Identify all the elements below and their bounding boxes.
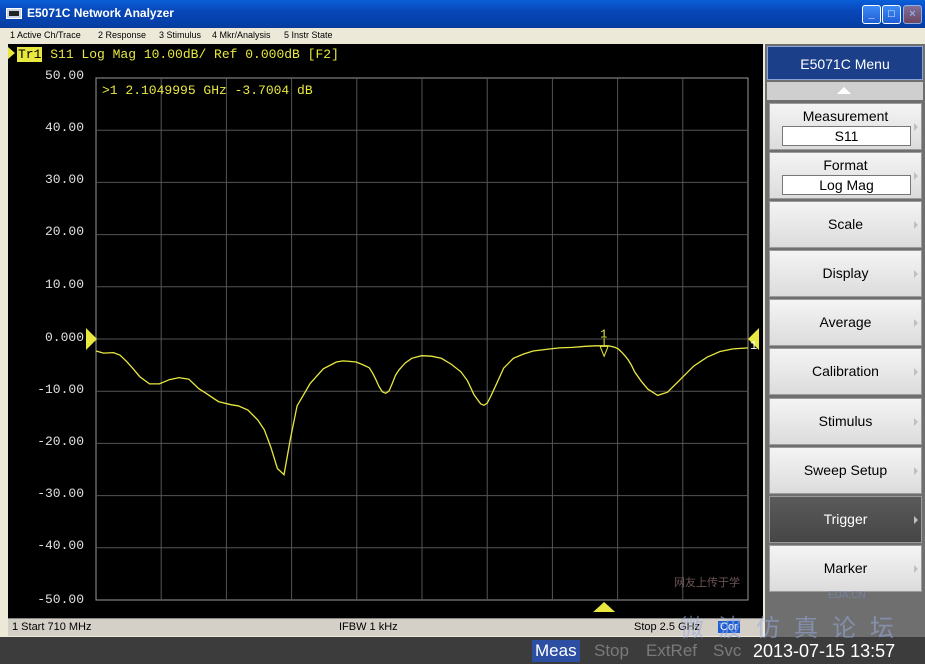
- svc-indicator: Svc: [713, 641, 742, 660]
- app-icon: [6, 8, 22, 19]
- format-value: Log Mag: [782, 175, 911, 195]
- plot-grid: [95, 77, 749, 601]
- maximize-button[interactable]: □: [882, 5, 901, 24]
- marker-1-triangle: [599, 345, 609, 358]
- scale-label: Scale: [827, 216, 864, 232]
- average-label: Average: [819, 314, 872, 330]
- menu-scroll-up-button[interactable]: [767, 82, 923, 100]
- marker-1-label: 1: [600, 327, 607, 341]
- chevron-right-icon: [914, 220, 918, 229]
- trigger-label: Trigger: [823, 511, 868, 527]
- stimulus-marker-icon: [593, 602, 616, 612]
- softkey-menu: E5071C Menu Measurement S11 Format Log M…: [765, 44, 925, 637]
- menu-mkr-analysis[interactable]: 4 Mkr/Analysis: [212, 30, 271, 40]
- chevron-right-icon: [914, 269, 918, 278]
- chevron-right-icon: [914, 564, 918, 573]
- chevron-right-icon: [914, 417, 918, 426]
- scale-button[interactable]: Scale: [769, 201, 922, 248]
- marker-button[interactable]: Marker: [769, 545, 922, 592]
- date-time: 2013-07-15 13:57: [753, 641, 896, 661]
- channel-status-bar: 1 Start 710 MHz IFBW 1 kHz Stop 2.5 GHz …: [8, 618, 763, 636]
- format-button[interactable]: Format Log Mag: [769, 152, 922, 199]
- sweep-setup-label: Sweep Setup: [803, 462, 888, 478]
- chevron-right-icon: [914, 515, 918, 524]
- calibration-button[interactable]: Calibration: [769, 348, 922, 395]
- trigger-button[interactable]: Trigger: [769, 496, 922, 543]
- chevron-right-icon: [914, 122, 918, 131]
- menu-response[interactable]: 2 Response: [98, 30, 146, 40]
- chevron-right-icon: [914, 318, 918, 327]
- stimulus-label: Stimulus: [818, 413, 873, 429]
- extref-indicator: ExtRef: [646, 641, 698, 660]
- ref-level-label: 1: [750, 339, 757, 353]
- trace-plot[interactable]: >1 2.1049995 GHz -3.7004 dB 1 1: [8, 44, 763, 618]
- minimize-button[interactable]: _: [862, 5, 881, 24]
- title-bar: E5071C Network Analyzer _ □ ×: [0, 0, 925, 28]
- chevron-right-icon: [914, 171, 918, 180]
- sweep-setup-button[interactable]: Sweep Setup: [769, 447, 922, 494]
- menu-instr-state[interactable]: 5 Instr State: [284, 30, 333, 40]
- chevron-right-icon: [914, 367, 918, 376]
- average-button[interactable]: Average: [769, 299, 922, 346]
- measurement-button[interactable]: Measurement S11: [769, 103, 922, 150]
- ref-level-left-marker: [86, 328, 97, 350]
- format-label: Format: [823, 157, 868, 173]
- measurement-display[interactable]: Tr1 S11 Log Mag 10.00dB/ Ref 0.000dB [F2…: [8, 44, 763, 618]
- correction-badge: Cor: [718, 621, 740, 633]
- menu-stimulus[interactable]: 3 Stimulus: [159, 30, 201, 40]
- close-button[interactable]: ×: [903, 5, 922, 24]
- instrument-status-bar: Meas Stop ExtRef Svc 2013-07-15 13:57: [0, 637, 925, 664]
- menu-active-ch-trace[interactable]: 1 Active Ch/Trace: [10, 30, 81, 40]
- stop-indicator: Stop: [594, 641, 629, 660]
- measurement-label: Measurement: [802, 108, 889, 124]
- stimulus-button[interactable]: Stimulus: [769, 398, 922, 445]
- calibration-label: Calibration: [812, 363, 879, 379]
- marker-readout: >1 2.1049995 GHz -3.7004 dB: [102, 83, 313, 98]
- display-button[interactable]: Display: [769, 250, 922, 297]
- marker-label: Marker: [823, 560, 868, 576]
- chevron-right-icon: [914, 466, 918, 475]
- display-label: Display: [822, 265, 869, 281]
- start-frequency[interactable]: 1 Start 710 MHz: [12, 621, 91, 633]
- ifbw[interactable]: IFBW 1 kHz: [339, 621, 398, 633]
- stop-frequency[interactable]: Stop 2.5 GHz: [634, 621, 700, 633]
- meas-indicator: Meas: [532, 640, 580, 662]
- measurement-value: S11: [782, 126, 911, 146]
- menu-title[interactable]: E5071C Menu: [767, 46, 923, 80]
- window-title: E5071C Network Analyzer: [27, 6, 174, 20]
- menu-bar: 1 Active Ch/Trace 2 Response 3 Stimulus …: [0, 28, 925, 43]
